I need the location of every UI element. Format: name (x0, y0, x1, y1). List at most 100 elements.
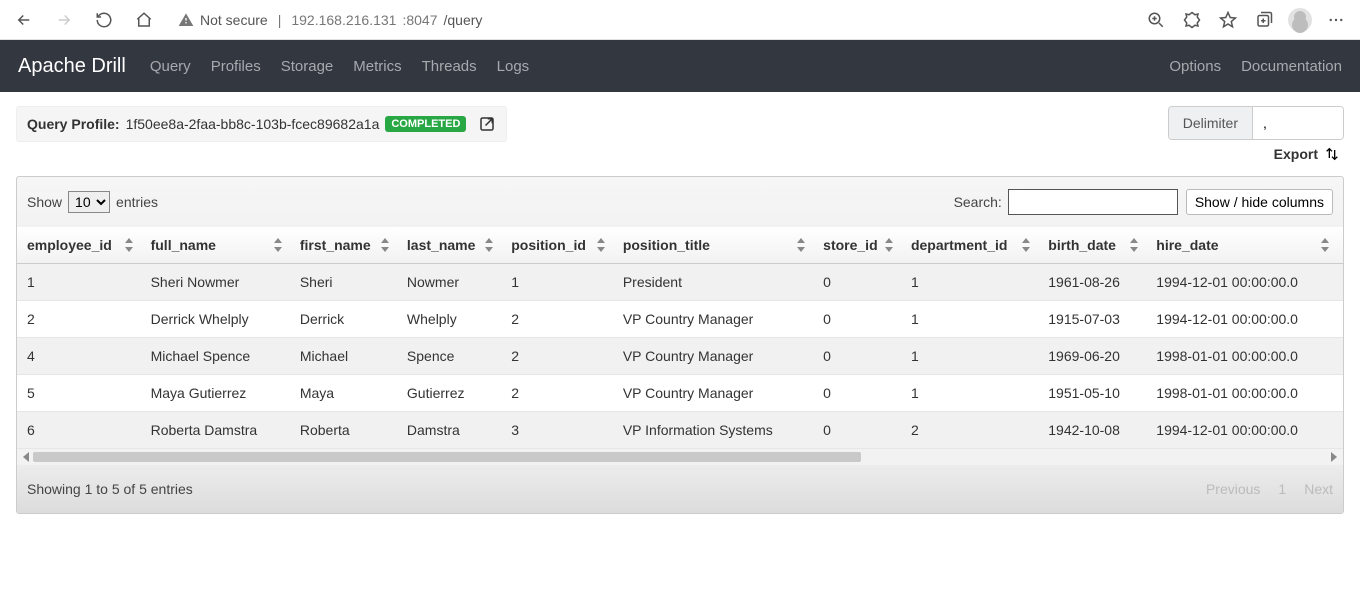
nav-logs[interactable]: Logs (497, 58, 530, 75)
url-path: /query (444, 12, 483, 28)
cell-sa: 35 (1337, 375, 1343, 412)
table-row: 1Sheri NowmerSheriNowmer1President011961… (17, 264, 1343, 301)
cell-sa: 25 (1337, 412, 1343, 449)
horizontal-scrollbar[interactable] (17, 449, 1343, 465)
cell-last_name: Damstra (397, 412, 501, 449)
profile-label: Query Profile: (27, 116, 120, 132)
cell-employee_id: 5 (17, 375, 141, 412)
cell-last_name: Whelply (397, 301, 501, 338)
prev-button[interactable]: Previous (1206, 481, 1260, 497)
col-full_name[interactable]: full_name (141, 227, 290, 264)
sort-icon (1020, 238, 1030, 252)
address-bar[interactable]: Not secure | 192.168.216.131:8047/query (168, 4, 1132, 36)
cell-store_id: 0 (813, 375, 901, 412)
sort-icon (123, 238, 133, 252)
cell-birth_date: 1951-05-10 (1038, 375, 1146, 412)
col-department_id[interactable]: department_id (901, 227, 1038, 264)
refresh-button[interactable] (88, 4, 120, 36)
cell-full_name: Roberta Damstra (141, 412, 290, 449)
cell-employee_id: 2 (17, 301, 141, 338)
export-button[interactable]: Export (1274, 146, 1344, 162)
zoom-icon[interactable] (1140, 4, 1172, 36)
delimiter-group: Delimiter (1168, 106, 1344, 140)
col-position_id[interactable]: position_id (501, 227, 613, 264)
next-button[interactable]: Next (1304, 481, 1333, 497)
cell-department_id: 2 (901, 412, 1038, 449)
cell-sa: 40 (1337, 301, 1343, 338)
sort-icon (272, 238, 282, 252)
col-employee_id[interactable]: employee_id (17, 227, 141, 264)
cell-position_title: VP Country Manager (613, 375, 813, 412)
export-label: Export (1274, 146, 1318, 162)
profile-icon[interactable] (1284, 4, 1316, 36)
collections-icon[interactable] (1248, 4, 1280, 36)
sort-icon (1324, 146, 1340, 162)
results-table-wrap: Show 10 entries Search: Show / hide colu… (16, 176, 1344, 514)
entries-info: Showing 1 to 5 of 5 entries (27, 481, 193, 497)
cell-last_name: Spence (397, 338, 501, 375)
warning-icon (178, 12, 194, 28)
entries-select[interactable]: 10 (68, 191, 110, 213)
show-label-post: entries (116, 194, 158, 210)
back-button[interactable] (8, 4, 40, 36)
cell-hire_date: 1998-01-01 00:00:00.0 (1146, 375, 1337, 412)
page-number[interactable]: 1 (1272, 479, 1292, 499)
show-hide-columns-button[interactable]: Show / hide columns (1186, 189, 1333, 215)
nav-options[interactable]: Options (1169, 58, 1221, 75)
nav-profiles[interactable]: Profiles (211, 58, 261, 75)
col-store_id[interactable]: store_id (813, 227, 901, 264)
col-last_name[interactable]: last_name (397, 227, 501, 264)
cell-store_id: 0 (813, 264, 901, 301)
delimiter-input[interactable] (1253, 107, 1343, 139)
sort-icon (1319, 238, 1329, 252)
cell-department_id: 1 (901, 338, 1038, 375)
cell-position_id: 2 (501, 375, 613, 412)
nav-query[interactable]: Query (150, 58, 191, 75)
delimiter-label: Delimiter (1169, 107, 1253, 139)
table-row: 2Derrick WhelplyDerrickWhelply2VP Countr… (17, 301, 1343, 338)
scroll-right-icon (1331, 452, 1337, 462)
cell-position_title: VP Country Manager (613, 338, 813, 375)
col-position_title[interactable]: position_title (613, 227, 813, 264)
favorites-icon[interactable] (1212, 4, 1244, 36)
cell-employee_id: 4 (17, 338, 141, 375)
sort-icon (1128, 238, 1138, 252)
forward-button[interactable] (48, 4, 80, 36)
url-port: :8047 (402, 12, 437, 28)
search-label: Search: (954, 194, 1002, 210)
sort-icon (483, 238, 493, 252)
cell-position_title: VP Information Systems (613, 412, 813, 449)
cell-position_title: President (613, 264, 813, 301)
scrollbar-thumb[interactable] (33, 452, 861, 462)
brand[interactable]: Apache Drill (18, 55, 126, 78)
cell-full_name: Derrick Whelply (141, 301, 290, 338)
cell-position_title: VP Country Manager (613, 301, 813, 338)
address-separator: | (278, 12, 282, 28)
cell-department_id: 1 (901, 375, 1038, 412)
profile-id: 1f50ee8a-2faa-bb8c-103b-fcec89682a1a (126, 116, 380, 132)
home-button[interactable] (128, 4, 160, 36)
col-first_name[interactable]: first_name (290, 227, 397, 264)
cell-first_name: Michael (290, 338, 397, 375)
nav-metrics[interactable]: Metrics (353, 58, 401, 75)
col-sa[interactable]: sa (1337, 227, 1343, 264)
more-icon[interactable] (1320, 4, 1352, 36)
col-birth_date[interactable]: birth_date (1038, 227, 1146, 264)
table-row: 5Maya GutierrezMayaGutierrez2VP Country … (17, 375, 1343, 412)
search-input[interactable] (1008, 189, 1178, 215)
results-table: employee_id full_name first_name last_na… (17, 227, 1343, 449)
cell-employee_id: 6 (17, 412, 141, 449)
nav-threads[interactable]: Threads (422, 58, 477, 75)
cell-hire_date: 1994-12-01 00:00:00.0 (1146, 264, 1337, 301)
nav-documentation[interactable]: Documentation (1241, 58, 1342, 75)
open-external-icon[interactable] (478, 115, 496, 133)
tracking-icon[interactable] (1176, 4, 1208, 36)
cell-birth_date: 1915-07-03 (1038, 301, 1146, 338)
cell-store_id: 0 (813, 338, 901, 375)
scroll-left-icon (23, 452, 29, 462)
col-hire_date[interactable]: hire_date (1146, 227, 1337, 264)
nav-storage[interactable]: Storage (281, 58, 334, 75)
table-row: 6Roberta DamstraRobertaDamstra3VP Inform… (17, 412, 1343, 449)
cell-first_name: Sheri (290, 264, 397, 301)
table-row: 4Michael SpenceMichaelSpence2VP Country … (17, 338, 1343, 375)
